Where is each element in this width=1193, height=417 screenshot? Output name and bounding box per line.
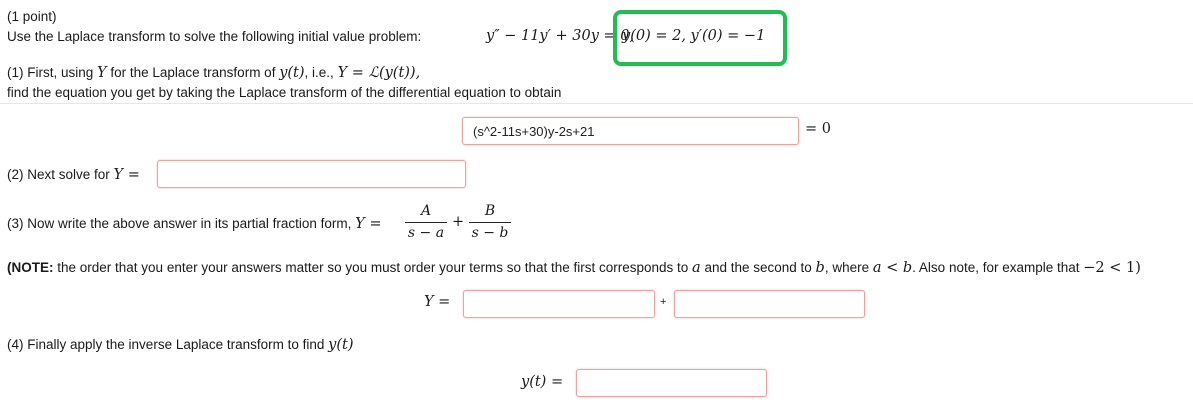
part3-text: (3) Now write the above answer in its pa… (7, 216, 356, 231)
note-text1: the order that you enter your answers ma… (53, 260, 693, 275)
problem-intro: Use the Laplace transform to solve the f… (7, 29, 422, 44)
part1-text-c: , i.e., (304, 65, 338, 80)
part3-var: Y = (355, 216, 382, 232)
part4-text: (4) Finally apply the inverse Laplace tr… (7, 337, 329, 352)
part4-label: (4) Finally apply the inverse Laplace tr… (7, 337, 354, 353)
fraction-B-numerator: B (484, 203, 496, 219)
equals-zero: = 0 (805, 121, 831, 137)
solve-Y-input[interactable] (157, 160, 466, 188)
partial-Y-label: Y = (424, 294, 451, 310)
fraction-B-denominator: s − b (471, 225, 509, 241)
points-label: (1 point) (7, 9, 57, 24)
fraction-A-denominator: s − a (407, 225, 445, 241)
fraction-B-bar (469, 222, 511, 223)
part1-text-b: for the Laplace transform of (106, 65, 280, 80)
note-text4: . Also note, for example that (912, 260, 1084, 275)
fraction-A-bar (405, 222, 447, 223)
part2-label: (2) Next solve for Y = (7, 167, 140, 183)
note-a: a (692, 260, 701, 276)
note-text3: , where (824, 260, 873, 275)
fraction-plus: + (452, 214, 465, 230)
divider (0, 103, 1193, 104)
note-text: (NOTE: the order that you enter your ans… (7, 260, 1141, 276)
part1-definition: Y = ℒ(y(t)), (337, 65, 421, 81)
green-highlight-annotation (613, 10, 787, 66)
part1-text-a: (1) First, using (7, 65, 98, 80)
note-example: −2 < 1) (1083, 260, 1141, 276)
fraction-A-numerator: A (420, 203, 432, 219)
part3-label: (3) Now write the above answer in its pa… (7, 216, 381, 232)
note-text2: and the second to (700, 260, 816, 275)
note-b: b (815, 260, 825, 276)
inverse-laplace-input[interactable] (576, 369, 767, 397)
yt-answer-label: y(t) = (521, 374, 564, 390)
note-bold: (NOTE: (7, 260, 54, 275)
part4-var: y(t) (328, 337, 354, 353)
part1-yt: y(t) (279, 65, 305, 81)
part2-text: (2) Next solve for (7, 167, 114, 182)
partial-fraction-term1-input[interactable] (463, 290, 655, 318)
partial-fraction-term2-input[interactable] (674, 290, 865, 318)
ode-equation: y″ − 11y′ + 30y = 0, (486, 28, 635, 44)
part1-line2: find the equation you get by taking the … (7, 85, 562, 100)
note-ab: a < b (872, 260, 913, 276)
partial-plus: + (660, 296, 667, 308)
part2-var: Y = (113, 167, 140, 183)
part1-line1: (1) First, using Y for the Laplace trans… (7, 65, 420, 81)
part1-Y: Y (97, 65, 107, 81)
transform-equation-input[interactable] (462, 117, 799, 145)
